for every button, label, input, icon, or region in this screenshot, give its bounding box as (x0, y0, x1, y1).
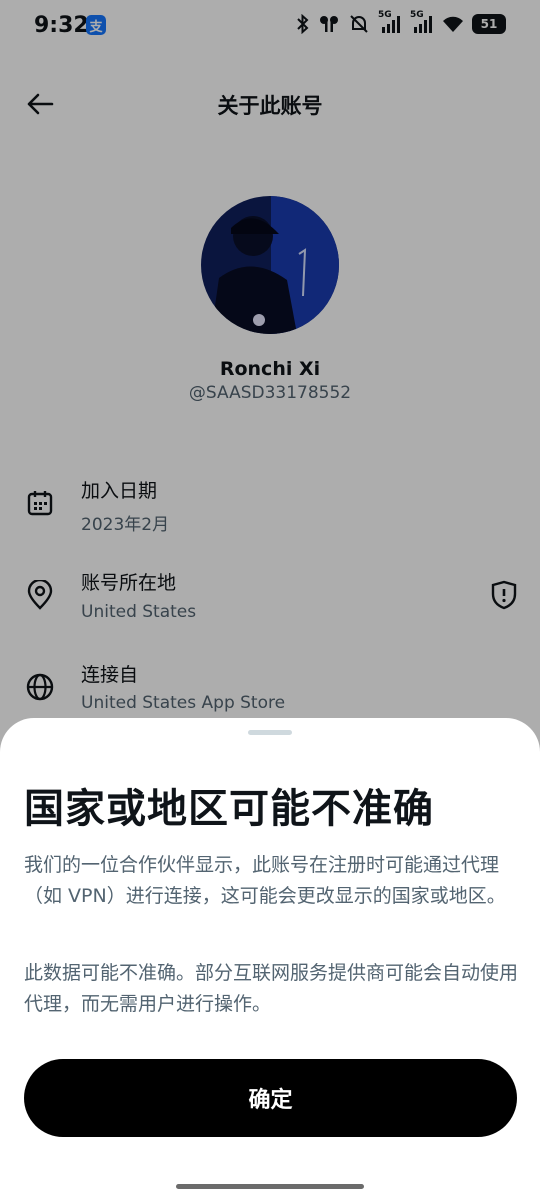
account-info-screen: 9:32 支 5G 5G 51 关于此账号 Ronchi Xi @SAASD33… (0, 0, 540, 1200)
home-indicator[interactable] (176, 1184, 364, 1189)
confirm-button[interactable]: 确定 (24, 1059, 517, 1137)
sheet-description: 我们的一位合作伙伴显示，此账号在注册时可能通过代理（如 VPN）进行连接，这可能… (24, 854, 506, 907)
sheet-disclaimer: 此数据可能不准确。部分互联网服务提供商可能会自动使用代理，而无需用户进行操作。 (24, 962, 519, 1015)
bottom-sheet: 国家或地区可能不准确 我们的一位合作伙伴显示，此账号在注册时可能通过代理（如 V… (0, 718, 540, 1200)
sheet-title: 国家或地区可能不准确 (24, 786, 434, 832)
sheet-drag-handle[interactable] (248, 730, 292, 735)
